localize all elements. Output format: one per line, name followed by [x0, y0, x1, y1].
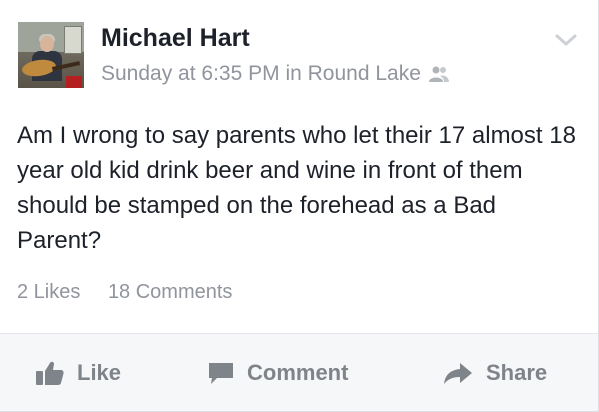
like-label: Like [77, 359, 122, 385]
comment-button[interactable]: Comment [207, 334, 348, 411]
post-text: Am I wrong to say parents who let their … [17, 122, 576, 254]
friends-icon [428, 65, 450, 83]
action-bar: Like Comment Share [0, 334, 598, 411]
like-button[interactable]: Like [35, 334, 121, 411]
comment-label: Comment [247, 359, 349, 385]
chevron-down-icon[interactable] [554, 30, 578, 50]
likes-count[interactable]: 2 Likes [17, 281, 80, 303]
thumbs-up-icon [36, 361, 64, 385]
share-button[interactable]: Share [442, 334, 547, 411]
author-name[interactable]: Michael Hart [101, 24, 250, 53]
share-label: Share [486, 359, 548, 385]
comments-count[interactable]: 18 Comments [108, 281, 233, 303]
post-meta: Sunday at 6:35 PM in Round Lake [101, 62, 450, 86]
share-arrow-icon [444, 362, 472, 384]
post-timestamp-location[interactable]: Sunday at 6:35 PM in Round Lake [101, 62, 421, 86]
post-card: Michael Hart Sunday at 6:35 PM in Round … [0, 0, 599, 412]
reaction-counts: 2 Likes 18 Comments [17, 281, 232, 304]
avatar[interactable] [18, 22, 84, 88]
comment-icon [209, 362, 233, 384]
